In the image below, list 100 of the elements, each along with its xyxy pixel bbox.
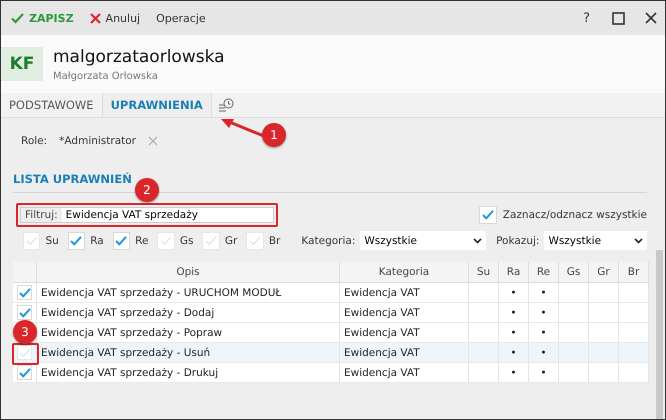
- table-cell: Ewidencja VAT sprzedaży - Popraw: [37, 323, 340, 343]
- table-cell: [589, 343, 619, 363]
- column-header[interactable]: Re: [529, 262, 559, 283]
- cancel-button[interactable]: Anuluj: [88, 10, 142, 26]
- table-cell: [619, 363, 649, 383]
- table-cell: [559, 323, 589, 343]
- table-cell: [469, 363, 499, 383]
- check-icon: [160, 236, 172, 246]
- operations-menu[interactable]: Operacje: [154, 10, 208, 26]
- table-cell: •: [529, 343, 559, 363]
- table-cell: •: [529, 303, 559, 323]
- table-cell: [469, 303, 499, 323]
- check-icon: [26, 236, 38, 246]
- category-label: Kategoria:: [301, 234, 356, 246]
- table-cell: [469, 323, 499, 343]
- table-cell: Ewidencja VAT sprzedaży - Usuń: [37, 343, 340, 363]
- table-cell: •: [499, 343, 529, 363]
- table-cell: [559, 283, 589, 303]
- check-icon: [18, 348, 30, 358]
- table-cell: Ewidencja VAT: [340, 323, 469, 343]
- table-cell: Ewidencja VAT: [340, 303, 469, 323]
- flag-checkbox[interactable]: [157, 232, 175, 250]
- flag-checkbox[interactable]: [23, 232, 40, 250]
- row-checkbox[interactable]: [17, 285, 32, 300]
- table-cell: Ewidencja VAT: [340, 283, 469, 303]
- check-icon: [18, 288, 30, 298]
- close-icon[interactable]: [645, 12, 657, 24]
- select-all-label: Zaznacz/odznacz wszystkie: [502, 209, 647, 221]
- row-checkbox[interactable]: [17, 305, 32, 320]
- check-icon: [249, 236, 262, 246]
- flag-label: Gs: [180, 234, 194, 246]
- chevron-down-icon: [634, 238, 643, 244]
- table-cell: [589, 323, 619, 343]
- table-cell: [469, 343, 499, 363]
- annotation-frame: [12, 343, 39, 365]
- column-header[interactable]: Ra: [499, 262, 529, 283]
- check-icon: [70, 236, 82, 246]
- table-cell: [589, 303, 619, 323]
- table-cell: •: [499, 363, 529, 383]
- tab[interactable]: UPRAWNIENIA: [102, 93, 212, 117]
- row-checkbox[interactable]: [17, 345, 32, 360]
- table-cell: [559, 343, 589, 363]
- close-icon: [90, 12, 101, 24]
- category-dropdown[interactable]: Wszystkie: [360, 231, 486, 250]
- table-cell: •: [499, 283, 529, 303]
- table-cell: •: [529, 323, 559, 343]
- remove-icon[interactable]: [148, 136, 158, 146]
- flag-checkbox[interactable]: [246, 232, 264, 250]
- table-cell: Ewidencja VAT sprzedaży - Dodaj: [37, 303, 340, 323]
- flag-label: Br: [268, 234, 280, 246]
- maximize-icon[interactable]: [612, 12, 625, 24]
- help-button[interactable]: ?: [581, 8, 592, 28]
- role-label: Role:: [21, 135, 48, 147]
- table-cell: [559, 363, 589, 383]
- table-cell: [619, 283, 649, 303]
- select-all-checkbox[interactable]: [478, 206, 497, 224]
- table-cell: Ewidencja VAT sprzedaży - URUCHOM MODUŁ: [37, 283, 340, 303]
- annotation-badge: 1: [262, 123, 286, 147]
- annotation-badge: 2: [135, 178, 159, 202]
- show-dropdown[interactable]: Wszystkie: [544, 231, 647, 250]
- table-cell: [469, 283, 499, 303]
- column-header[interactable]: Kategoria: [340, 262, 469, 283]
- table-cell: Ewidencja VAT: [340, 363, 469, 383]
- flag-label: Re: [135, 234, 148, 246]
- user-full-name: Małgorzata Orłowska: [53, 70, 159, 82]
- show-label: Pokazuj:: [496, 234, 540, 246]
- column-header[interactable]: Gs: [559, 262, 589, 283]
- table-cell: [559, 303, 589, 323]
- history-icon[interactable]: [218, 98, 234, 112]
- table-cell: •: [499, 303, 529, 323]
- table-cell: [619, 303, 649, 323]
- table-cell: •: [529, 283, 559, 303]
- flag-label: Gr: [224, 234, 238, 246]
- user-login: malgorzataorlowska: [53, 46, 225, 66]
- flag-label: Su: [45, 234, 59, 246]
- table-cell: [619, 323, 649, 343]
- chevron-down-icon: [473, 238, 482, 244]
- check-icon: [115, 236, 128, 246]
- table-cell: •: [529, 363, 559, 383]
- column-header[interactable]: Br: [619, 262, 649, 283]
- check-icon: [205, 236, 218, 246]
- column-header[interactable]: Su: [469, 262, 499, 283]
- flag-checkbox[interactable]: [202, 232, 220, 250]
- table-cell: [619, 343, 649, 363]
- flag-checkbox[interactable]: [112, 232, 130, 250]
- check-icon: [11, 12, 24, 24]
- table-cell: Ewidencja VAT sprzedaży - Drukuj: [37, 363, 340, 383]
- check-icon: [18, 308, 30, 318]
- scrollbar[interactable]: [656, 250, 663, 419]
- flag-checkbox[interactable]: [68, 232, 86, 250]
- user-avatar: KF: [1, 47, 43, 81]
- check-icon: [18, 368, 30, 378]
- table-cell: Ewidencja VAT: [340, 343, 469, 363]
- column-header[interactable]: Opis: [37, 262, 340, 283]
- flag-label: Ra: [90, 234, 104, 246]
- table-cell: •: [499, 323, 529, 343]
- table-cell: [589, 283, 619, 303]
- row-checkbox[interactable]: [17, 365, 32, 380]
- column-header[interactable]: Gr: [589, 262, 619, 283]
- check-icon: [482, 210, 494, 220]
